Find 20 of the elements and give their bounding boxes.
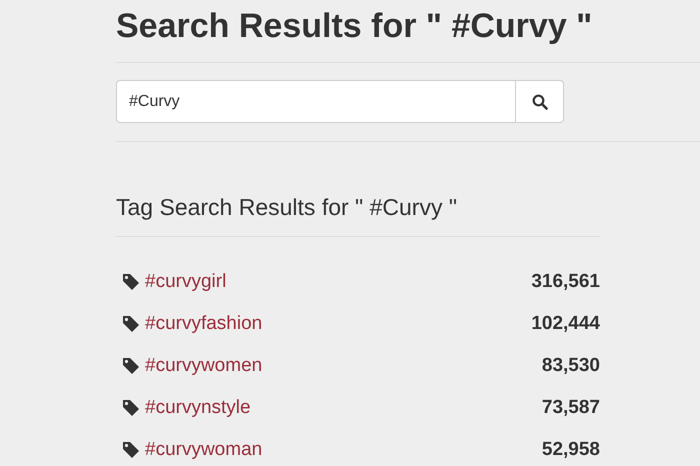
search-icon	[532, 94, 548, 110]
tag-count: 52,958	[542, 438, 600, 462]
section-title: Tag Search Results for " #Curvy "	[116, 193, 458, 222]
search-field[interactable]: #Curvy	[116, 80, 516, 123]
tag-link[interactable]: #curvygirl	[145, 268, 226, 296]
page-title: Search Results for " #Curvy "	[116, 6, 594, 47]
tag-count: 316,561	[531, 270, 600, 294]
tag-icon	[122, 273, 140, 291]
tag-icon	[122, 357, 140, 375]
tag-icon	[122, 399, 140, 417]
tag-icon	[122, 441, 140, 459]
tag-link[interactable]: #curvywomen	[145, 352, 262, 380]
tag-link[interactable]: #curvynstyle	[145, 394, 251, 422]
tag-count: 102,444	[531, 312, 600, 336]
tag-count: 73,587	[542, 396, 600, 420]
search-button[interactable]	[516, 80, 564, 123]
tag-count: 83,530	[542, 354, 600, 378]
tag-icon	[122, 315, 140, 333]
tag-link[interactable]: #curvyfashion	[145, 310, 262, 338]
tag-link[interactable]: #curvywoman	[145, 436, 262, 464]
